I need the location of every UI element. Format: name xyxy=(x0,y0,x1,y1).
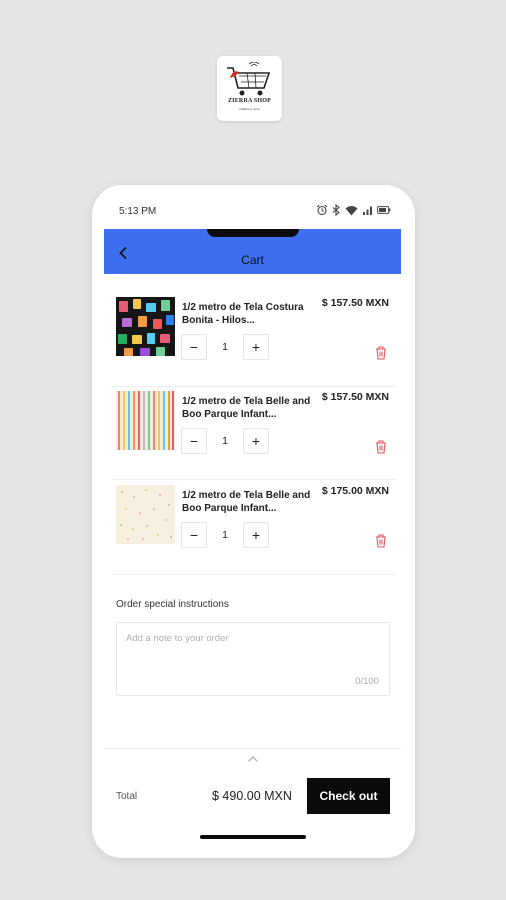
shopping-cart-logo-icon xyxy=(227,62,271,96)
quantity-stepper: − 1 + xyxy=(181,334,269,360)
phone-frame: 5:13 PM Cart 1/2 metro de Tela Costura B… xyxy=(92,185,415,858)
product-price: $ 175.00 MXN xyxy=(321,485,389,497)
character-counter: 0/100 xyxy=(355,676,379,687)
cart-item: 1/2 metro de Tela Belle and Boo Parque I… xyxy=(116,391,389,485)
quantity-value: 1 xyxy=(222,435,228,447)
cart-item: 1/2 metro de Tela Costura Bonita - Hilos… xyxy=(116,297,389,391)
battery-icon xyxy=(377,206,391,214)
product-title[interactable]: 1/2 metro de Tela Costura Bonita - Hilos… xyxy=(182,301,322,327)
status-icons xyxy=(316,204,391,216)
item-divider xyxy=(112,574,396,575)
cart-item: 1/2 metro de Tela Belle and Boo Parque I… xyxy=(116,485,389,579)
page-title: Cart xyxy=(241,253,264,267)
total-label: Total xyxy=(116,791,138,802)
order-notes-input[interactable] xyxy=(126,633,376,644)
item-divider xyxy=(112,479,396,480)
status-time: 5:13 PM xyxy=(119,206,157,217)
alarm-icon xyxy=(316,204,328,216)
signal-icon xyxy=(363,206,372,215)
logo-tagline: Fabrics & more xyxy=(239,107,260,111)
order-notes-label: Order special instructions xyxy=(116,599,229,610)
chevron-up-icon[interactable] xyxy=(247,755,259,763)
quantity-stepper: − 1 + xyxy=(181,428,269,454)
increase-quantity-button[interactable]: + xyxy=(243,428,269,454)
home-indicator[interactable] xyxy=(200,835,306,839)
decrease-quantity-button[interactable]: − xyxy=(181,428,207,454)
wifi-icon xyxy=(345,205,358,215)
product-price: $ 157.50 MXN xyxy=(321,297,389,309)
trash-icon[interactable] xyxy=(374,439,388,455)
product-price: $ 157.50 MXN xyxy=(321,391,389,403)
product-image-dot-fabric[interactable] xyxy=(116,485,175,544)
product-title[interactable]: 1/2 metro de Tela Belle and Boo Parque I… xyxy=(182,395,322,421)
order-notes-field[interactable]: 0/100 xyxy=(116,622,390,696)
store-logo: ZIERRA SHOP Fabrics & more xyxy=(217,56,282,121)
item-divider xyxy=(112,386,396,387)
total-amount: $ 490.00 MXN xyxy=(212,789,292,803)
status-bar: 5:13 PM xyxy=(92,185,415,229)
logo-wordmark: ZIERRA SHOP xyxy=(227,98,272,104)
quantity-value: 1 xyxy=(222,529,228,541)
checkout-button[interactable]: Check out xyxy=(307,778,390,814)
product-title[interactable]: 1/2 metro de Tela Belle and Boo Parque I… xyxy=(182,489,322,515)
decrease-quantity-button[interactable]: − xyxy=(181,522,207,548)
quantity-stepper: − 1 + xyxy=(181,522,269,548)
footer-divider xyxy=(104,748,401,749)
app-header: Cart xyxy=(104,229,401,274)
increase-quantity-button[interactable]: + xyxy=(243,522,269,548)
product-image-stripe-fabric[interactable] xyxy=(116,391,175,450)
trash-icon[interactable] xyxy=(374,345,388,361)
product-image-thread-fabric[interactable] xyxy=(116,297,175,356)
increase-quantity-button[interactable]: + xyxy=(243,334,269,360)
decrease-quantity-button[interactable]: − xyxy=(181,334,207,360)
trash-icon[interactable] xyxy=(374,533,388,549)
bluetooth-icon xyxy=(332,204,340,216)
quantity-value: 1 xyxy=(222,341,228,353)
camera-notch xyxy=(207,229,299,237)
